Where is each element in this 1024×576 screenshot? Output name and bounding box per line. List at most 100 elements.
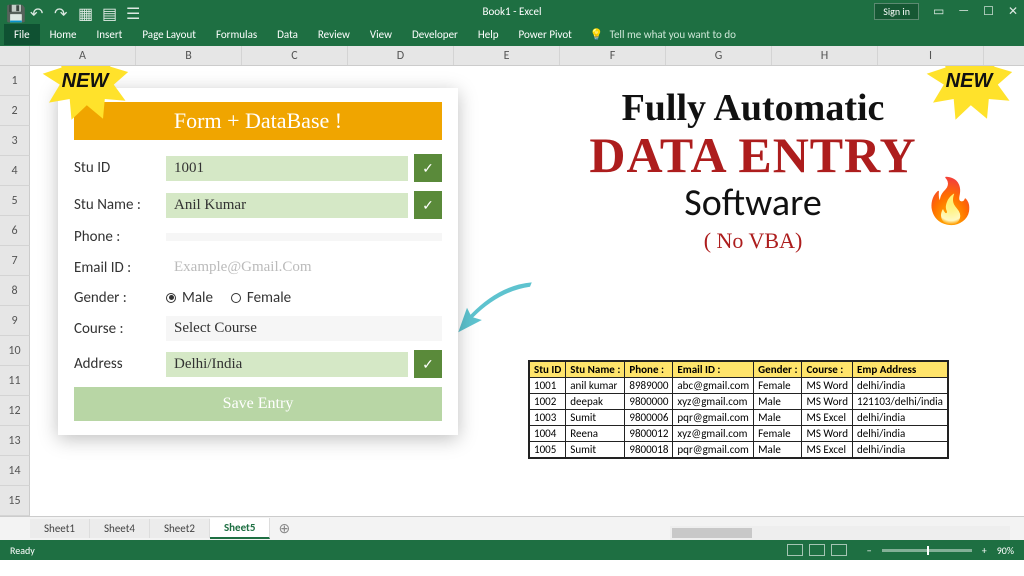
row-header[interactable]: 5	[0, 186, 30, 216]
normal-view-icon[interactable]	[787, 544, 803, 556]
row-header[interactable]: 4	[0, 156, 30, 186]
ribbon-options-icon[interactable]: ▭	[933, 4, 944, 19]
col-header[interactable]: A	[30, 46, 136, 65]
add-sheet-button[interactable]: ⊕	[270, 520, 298, 537]
tell-me-search[interactable]: 💡Tell me what you want to do	[590, 28, 736, 41]
tab-data[interactable]: Data	[267, 24, 308, 45]
form-title: Form + DataBase !	[74, 102, 442, 140]
tab-home[interactable]: Home	[40, 24, 87, 45]
zoom-level[interactable]: 90%	[997, 544, 1014, 557]
check-icon: ✓	[414, 350, 442, 378]
col-header[interactable]: B	[136, 46, 242, 65]
row-header[interactable]: 6	[0, 216, 30, 246]
col-header[interactable]: F	[560, 46, 666, 65]
tab-insert[interactable]: Insert	[87, 24, 133, 45]
th: Phone :	[625, 362, 673, 378]
maximize-icon[interactable]: ☐	[983, 4, 994, 19]
minimize-icon[interactable]: —	[958, 4, 969, 18]
row-header[interactable]: 11	[0, 366, 30, 396]
horizontal-scrollbar[interactable]	[670, 526, 1010, 540]
row-header[interactable]: 10	[0, 336, 30, 366]
arrow-icon	[450, 278, 540, 353]
row-header[interactable]: 1	[0, 66, 30, 96]
tab-page-layout[interactable]: Page Layout	[132, 24, 206, 45]
qat-icon[interactable]: ☰	[126, 4, 140, 18]
zoom-out-icon[interactable]: −	[867, 544, 872, 557]
input-address[interactable]: Delhi/India	[166, 352, 408, 377]
redo-icon[interactable]: ↷	[54, 4, 68, 18]
label-stu-name: Stu Name :	[74, 196, 166, 214]
sign-in-button[interactable]: Sign in	[874, 3, 919, 20]
close-icon[interactable]: ✕	[1008, 4, 1018, 19]
radio-female-label: Female	[247, 289, 291, 307]
col-header[interactable]: E	[454, 46, 560, 65]
input-stu-name[interactable]: Anil Kumar	[166, 193, 408, 218]
tab-power-pivot[interactable]: Power Pivot	[509, 24, 582, 45]
table-row: 1001anil kumar8989000abc@gmail.comFemale…	[530, 378, 948, 394]
row-header[interactable]: 2	[0, 96, 30, 126]
label-email: Email ID :	[74, 259, 166, 277]
page-layout-view-icon[interactable]	[809, 544, 825, 556]
row-header[interactable]: 7	[0, 246, 30, 276]
tab-formulas[interactable]: Formulas	[206, 24, 267, 45]
tab-help[interactable]: Help	[468, 24, 509, 45]
radio-dot-icon	[231, 293, 241, 303]
th: Course :	[802, 362, 853, 378]
radio-dot-icon	[166, 293, 176, 303]
select-all-corner[interactable]	[0, 46, 30, 65]
input-phone[interactable]	[166, 233, 442, 241]
th: Email ID :	[673, 362, 754, 378]
qat-icon[interactable]: ▦	[78, 4, 92, 18]
sheet-tab[interactable]: Sheet1	[30, 519, 90, 538]
table-row: 1004Reena9800012xyz@gmail.comFemaleMS Wo…	[530, 426, 948, 442]
tab-file[interactable]: File	[4, 24, 40, 45]
row-header[interactable]: 3	[0, 126, 30, 156]
ribbon-tabs: File Home Insert Page Layout Formulas Da…	[0, 22, 1024, 46]
row-header[interactable]: 15	[0, 486, 30, 516]
tab-developer[interactable]: Developer	[402, 24, 468, 45]
column-headers: A B C D E F G H I	[0, 46, 1024, 66]
sheet-tab-active[interactable]: Sheet5	[210, 518, 271, 539]
qat-icon[interactable]: ▤	[102, 4, 116, 18]
col-header[interactable]: C	[242, 46, 348, 65]
page-break-view-icon[interactable]	[831, 544, 847, 556]
zoom-slider[interactable]	[882, 549, 972, 552]
zoom-in-icon[interactable]: +	[982, 544, 987, 557]
radio-female[interactable]: Female	[231, 289, 291, 307]
label-phone: Phone :	[74, 228, 166, 246]
col-header[interactable]: G	[666, 46, 772, 65]
th: Gender :	[754, 362, 802, 378]
sheet-tab[interactable]: Sheet2	[150, 519, 210, 538]
input-email[interactable]: Example@Gmail.Com	[166, 255, 442, 280]
row-header[interactable]: 13	[0, 426, 30, 456]
worksheet-canvas[interactable]: NEW NEW Form + DataBase ! Stu ID 1001 ✓ …	[30, 66, 1024, 516]
input-stu-id[interactable]: 1001	[166, 156, 408, 181]
headline-line1: Fully Automatic	[508, 86, 998, 130]
row-header[interactable]: 9	[0, 306, 30, 336]
col-header[interactable]: I	[878, 46, 984, 65]
tab-view[interactable]: View	[360, 24, 402, 45]
headline: Fully Automatic DATA ENTRY Software🔥 ( N…	[508, 86, 998, 254]
fire-icon: 🔥	[923, 174, 978, 228]
scroll-thumb[interactable]	[672, 528, 752, 538]
title-bar: 💾 ↶ ↷ ▦ ▤ ☰ Book1 - Excel Sign in ▭ — ☐ …	[0, 0, 1024, 22]
col-header[interactable]: D	[348, 46, 454, 65]
row-header[interactable]: 14	[0, 456, 30, 486]
view-buttons[interactable]	[787, 544, 847, 556]
row-header[interactable]: 8	[0, 276, 30, 306]
col-header[interactable]: H	[772, 46, 878, 65]
th: Stu ID	[530, 362, 566, 378]
select-course[interactable]: Select Course	[166, 316, 442, 341]
sheet-tab[interactable]: Sheet4	[90, 519, 150, 538]
undo-icon[interactable]: ↶	[30, 4, 44, 18]
row-header[interactable]: 12	[0, 396, 30, 426]
save-entry-button[interactable]: Save Entry	[74, 387, 442, 421]
radio-male[interactable]: Male	[166, 289, 213, 307]
save-icon[interactable]: 💾	[6, 4, 20, 18]
quick-access-toolbar: 💾 ↶ ↷ ▦ ▤ ☰	[6, 4, 140, 18]
tab-review[interactable]: Review	[308, 24, 360, 45]
check-icon: ✓	[414, 191, 442, 219]
th: Stu Name :	[566, 362, 625, 378]
label-gender: Gender :	[74, 289, 166, 307]
sheet-tab-bar: Sheet1 Sheet4 Sheet2 Sheet5 ⊕	[0, 516, 1024, 540]
